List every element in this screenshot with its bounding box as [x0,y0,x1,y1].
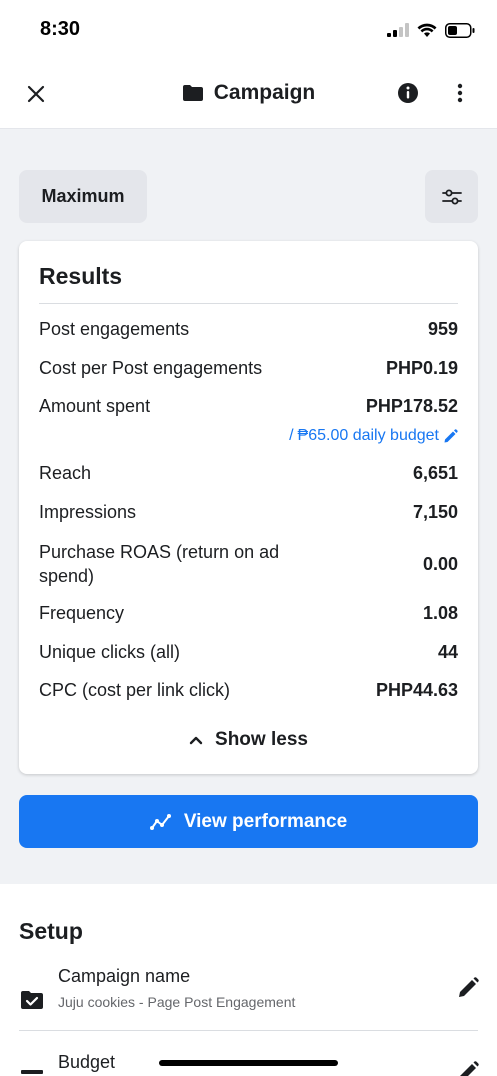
folder-icon [182,85,203,101]
metric-row: Post engagements 959 [39,319,458,340]
metric-row: Purchase ROAS (return on ad spend) 0.00 [39,540,458,588]
divider [19,1030,478,1031]
pencil-icon[interactable] [456,1060,480,1076]
view-performance-label: View performance [183,810,348,832]
status-icons [387,20,475,40]
metric-label: Reach [39,463,92,483]
setup-section: Setup Campaign name Juju cookies - Page … [0,896,497,1076]
sliders-icon [441,189,462,204]
more-options-button[interactable] [448,81,472,105]
daily-budget-link[interactable]: / ₱65.00 daily budget [289,427,458,445]
budget-slash: / [289,427,294,444]
metric-label: Impressions [39,502,137,522]
setup-item-label: Budget [58,1052,116,1072]
metric-value: 7,150 [412,502,458,522]
metric-row: Amount spent PHP178.52 [39,396,458,417]
metric-row: CPC (cost per link click) PHP44.63 [39,680,458,701]
title-wrap: Campaign [0,78,497,108]
metric-row: Reach 6,651 [39,463,458,484]
filter-button[interactable] [425,170,478,223]
divider [39,303,458,304]
more-vertical-icon [457,83,463,103]
metric-label: Post engagements [39,319,190,339]
setup-item-sub: Juju cookies - Page Post Engagement [58,994,296,1010]
setup-item-campaign-name[interactable]: Campaign name Juju cookies - Page Post E… [0,966,497,1030]
metric-label: Frequency [39,603,125,623]
daily-budget-text: ₱65.00 daily budget [297,427,439,444]
metric-value: 959 [427,319,458,339]
pencil-icon [444,428,458,442]
home-indicator[interactable] [159,1060,338,1066]
trend-chart-icon [149,813,171,830]
status-time: 8:30 [40,18,81,40]
status-bar: 8:30 [0,0,497,60]
chevron-up-icon [189,736,203,745]
info-icon [398,83,418,103]
metric-label: Amount spent [39,396,151,416]
view-performance-button[interactable]: View performance [19,795,478,848]
pencil-icon[interactable] [456,976,480,1000]
show-less-label: Show less [215,729,308,750]
wifi-icon [417,23,437,37]
metric-value: 0.00 [422,553,458,574]
setup-item-label: Campaign name [58,966,191,986]
metric-row: Unique clicks (all) 44 [39,642,458,663]
setup-title: Setup [19,918,83,944]
metric-value: 6,651 [412,463,458,483]
top-app-bar: Campaign [0,60,497,128]
metric-label: Unique clicks (all) [39,642,181,662]
results-card: Results Post engagements 959 Cost per Po… [19,241,478,774]
folder-check-icon [21,991,43,1009]
show-less-button[interactable]: Show less [19,729,478,751]
budget-icon [21,1070,43,1074]
signal-icon [387,23,409,37]
info-button[interactable] [396,81,420,105]
metric-value: PHP44.63 [375,680,458,700]
header-separator [0,128,497,152]
metric-label: Cost per Post engagements [39,358,263,378]
metric-value: 1.08 [422,603,458,623]
date-range-button[interactable]: Maximum [19,170,147,223]
metric-label: CPC (cost per link click) [39,680,231,700]
metric-value: PHP0.19 [385,358,458,378]
metric-row: Cost per Post engagements PHP0.19 [39,358,458,379]
metric-row: Frequency 1.08 [39,603,458,624]
metric-value: PHP178.52 [365,396,458,416]
battery-icon [445,22,475,38]
metric-row: Impressions 7,150 [39,502,458,523]
metric-label: Purchase ROAS (return on ad spend) [39,542,280,586]
results-title: Results [39,263,123,289]
page-title: Campaign [213,81,316,104]
metric-value: 44 [437,642,458,662]
